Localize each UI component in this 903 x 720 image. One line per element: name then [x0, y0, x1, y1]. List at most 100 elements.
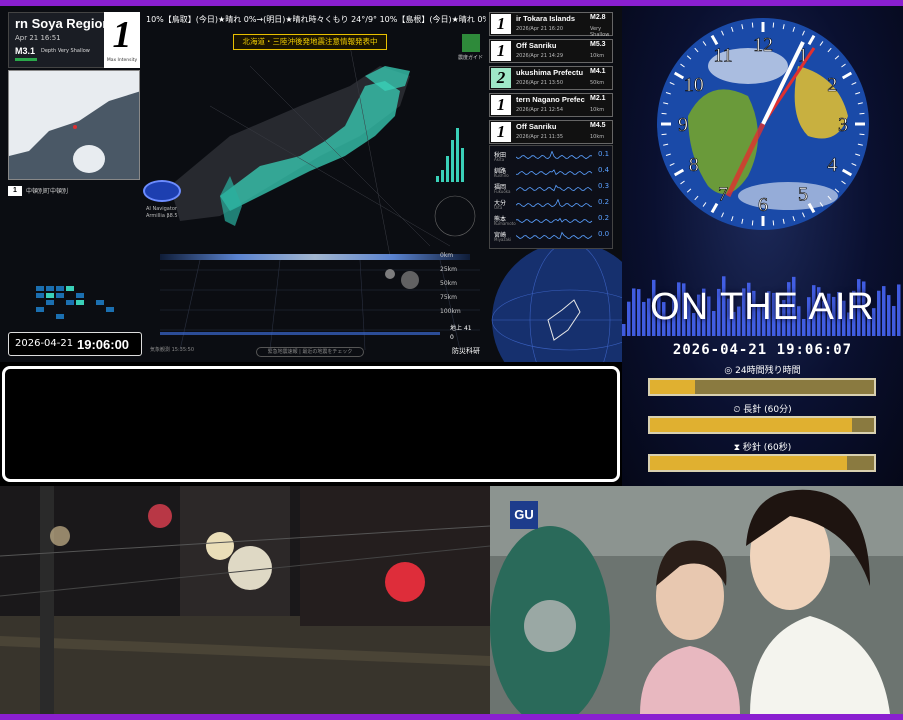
station-value: 0.3 [598, 182, 610, 190]
clock-numeral: 10 [684, 74, 704, 96]
clock-tick [772, 220, 775, 226]
ground-value: 41 [463, 325, 472, 332]
clock-date: 2026-04-21 [15, 338, 74, 349]
max-intensity-label: Max Intensity [106, 58, 138, 63]
clock-tick [859, 112, 865, 115]
ai-navigator-version: Armillia β8.5 [146, 213, 178, 219]
clock-numeral: 3 [838, 114, 848, 136]
ground-label: 地上 [450, 325, 463, 332]
station-name-en: Miyazaki [494, 237, 512, 242]
station-row: 大分 Oita 0.2 [494, 198, 610, 211]
clock-numeral: 11 [713, 45, 732, 67]
depth-tick: 25km [440, 266, 457, 273]
clock-numeral: 12 [753, 34, 773, 56]
station-value: 0.4 [598, 166, 610, 174]
quake-item-intensity: 1 [491, 14, 511, 34]
mini-globe-view [491, 241, 622, 362]
station-value: 0.1 [598, 150, 610, 158]
station-name-en: Oita [494, 205, 503, 210]
quake-list-item[interactable]: 1 tern Nagano Prefec 2026/Apr 21 12:54 M2.1… [489, 93, 613, 117]
station-name-en: Fukuoka [494, 189, 511, 194]
minimap-legend-station: 中頓別町中頓別 [26, 188, 69, 195]
quake-depth: Depth Very Shallow [41, 48, 90, 54]
minute-hand-fill [650, 418, 852, 432]
clock-numeral: 5 [798, 183, 808, 205]
seismic-intensity-bars [436, 128, 464, 182]
station-name-en: Akita [494, 157, 505, 162]
minimap-landmass [9, 71, 139, 179]
minute-hand-label: ⏲ 長針 (60分) [622, 402, 903, 415]
depth-tick: 0km [440, 252, 454, 259]
ground-value-2: 0 [450, 334, 454, 341]
depth-grid-floor [160, 260, 480, 350]
clock-tick [859, 133, 865, 136]
second-hand-label: ⧗ 秒針 (60秒) [622, 440, 903, 453]
depth-tick: 50km [440, 280, 457, 287]
hourglass-icon: ⧗ [733, 443, 741, 453]
quake-item-time: 2026/Apr 21 13:50 [516, 80, 564, 86]
quake-list-item[interactable]: 1 Off Sanriku 2026/Apr 21 11:35 M4.5 10km [489, 120, 613, 144]
clock-tick [751, 220, 754, 226]
quake-list-item[interactable]: 1 Off Sanriku 2026/Apr 21 14:29 M5.3 10km [489, 39, 613, 63]
clock-tick [661, 133, 667, 136]
quake-item-intensity: 1 [491, 122, 511, 142]
ad-scene [490, 486, 903, 714]
street-live-camera [0, 486, 490, 714]
station-row: 秋田 Akita 0.1 [494, 150, 610, 163]
on-air-datetime: 2026-04-21 19:06:07 [672, 342, 853, 358]
quake-item-magnitude: M5.3 [590, 41, 606, 48]
clock-numeral: 6 [758, 194, 768, 216]
quake-item-region: ukushima Prefectu [516, 68, 584, 77]
station-waveform [516, 231, 593, 240]
quake-item-region: tern Nagano Prefec [516, 95, 585, 104]
weather-ticker: 10%【鳥取】(今日)★晴れ 0%→(明日)★晴れ時々くもり 24°/9° 10… [146, 15, 486, 24]
quake-item-magnitude: M2.1 [590, 95, 606, 102]
quake-item-intensity: 1 [491, 95, 511, 115]
quake-item-magnitude: M4.1 [590, 68, 606, 75]
second-hand-bar [648, 454, 876, 472]
ai-navigator-label: AI Navigator Armillia β8.5 [146, 206, 178, 220]
quake-item-intensity: 1 [491, 41, 511, 61]
station-value: 0.2 [598, 198, 610, 206]
local-clock: 2026-04-21 19:06:00 [8, 332, 142, 356]
quake-item-intensity: 2 [491, 68, 511, 88]
gu-brand-logo: GU [510, 501, 538, 529]
quake-list-item[interactable]: 1 ir Tokara Islands 2026/Apr 21 16:20 M2.8 V… [489, 12, 613, 38]
day-remaining-fill [650, 380, 695, 394]
second-hand-text: 秒針 (60秒) [742, 443, 792, 453]
clock-time: 19:06:00 [77, 337, 130, 352]
quake-item-depth: 10km [590, 107, 605, 113]
day-remaining-bar [648, 378, 876, 396]
intensity-guide-icon[interactable] [462, 34, 480, 52]
on-air-title: ON THE AIR [650, 286, 875, 328]
nied-label: 防災科研 [452, 347, 480, 355]
station-waveform [516, 184, 593, 192]
ai-navigator-title: AI Navigator [146, 206, 177, 212]
clock-numeral: 4 [827, 154, 837, 176]
clock-icon: ⏲ [733, 405, 741, 415]
station-value: 0.0 [598, 230, 610, 238]
day-remaining-text: 24時間残り時間 [735, 366, 801, 376]
depth-tick: 75km [440, 294, 457, 301]
clock-numeral: 8 [689, 154, 699, 176]
depth-tick: 100km [440, 308, 461, 315]
clock-numeral: 2 [827, 74, 837, 96]
ai-navigator-eye-icon[interactable] [143, 180, 181, 202]
station-row: 釧路 Kushiro 0.4 [494, 166, 610, 179]
station-waveform [516, 199, 593, 208]
quake-item-time: 2026/Apr 21 14:29 [516, 53, 564, 59]
quake-check-button[interactable]: 緊急地震速報 | 最近の地震をチェック [256, 347, 364, 357]
minimap-legend-intensity: 1 [8, 186, 22, 196]
street-scene [0, 486, 490, 714]
quake-time: Apr 21 16:51 [15, 34, 61, 42]
quake-item-depth: Very Shallow [590, 26, 610, 38]
quake-list-item[interactable]: 2 ukushima Prefectu 2026/Apr 21 13:50 M4.1 5… [489, 66, 613, 90]
quake-item-region: Off Sanriku [516, 122, 557, 131]
quake-item-depth: 10km [590, 53, 605, 59]
japan-3d-map [150, 46, 480, 256]
observation-timestamp: 気象観測 15:35:50 [150, 347, 195, 353]
bottom-frame-border [0, 714, 903, 720]
quake-item-depth: 10km [590, 134, 605, 140]
station-row: 熊本 Kumamoto 0.2 [494, 214, 610, 227]
magnitude-indicator [15, 58, 37, 61]
